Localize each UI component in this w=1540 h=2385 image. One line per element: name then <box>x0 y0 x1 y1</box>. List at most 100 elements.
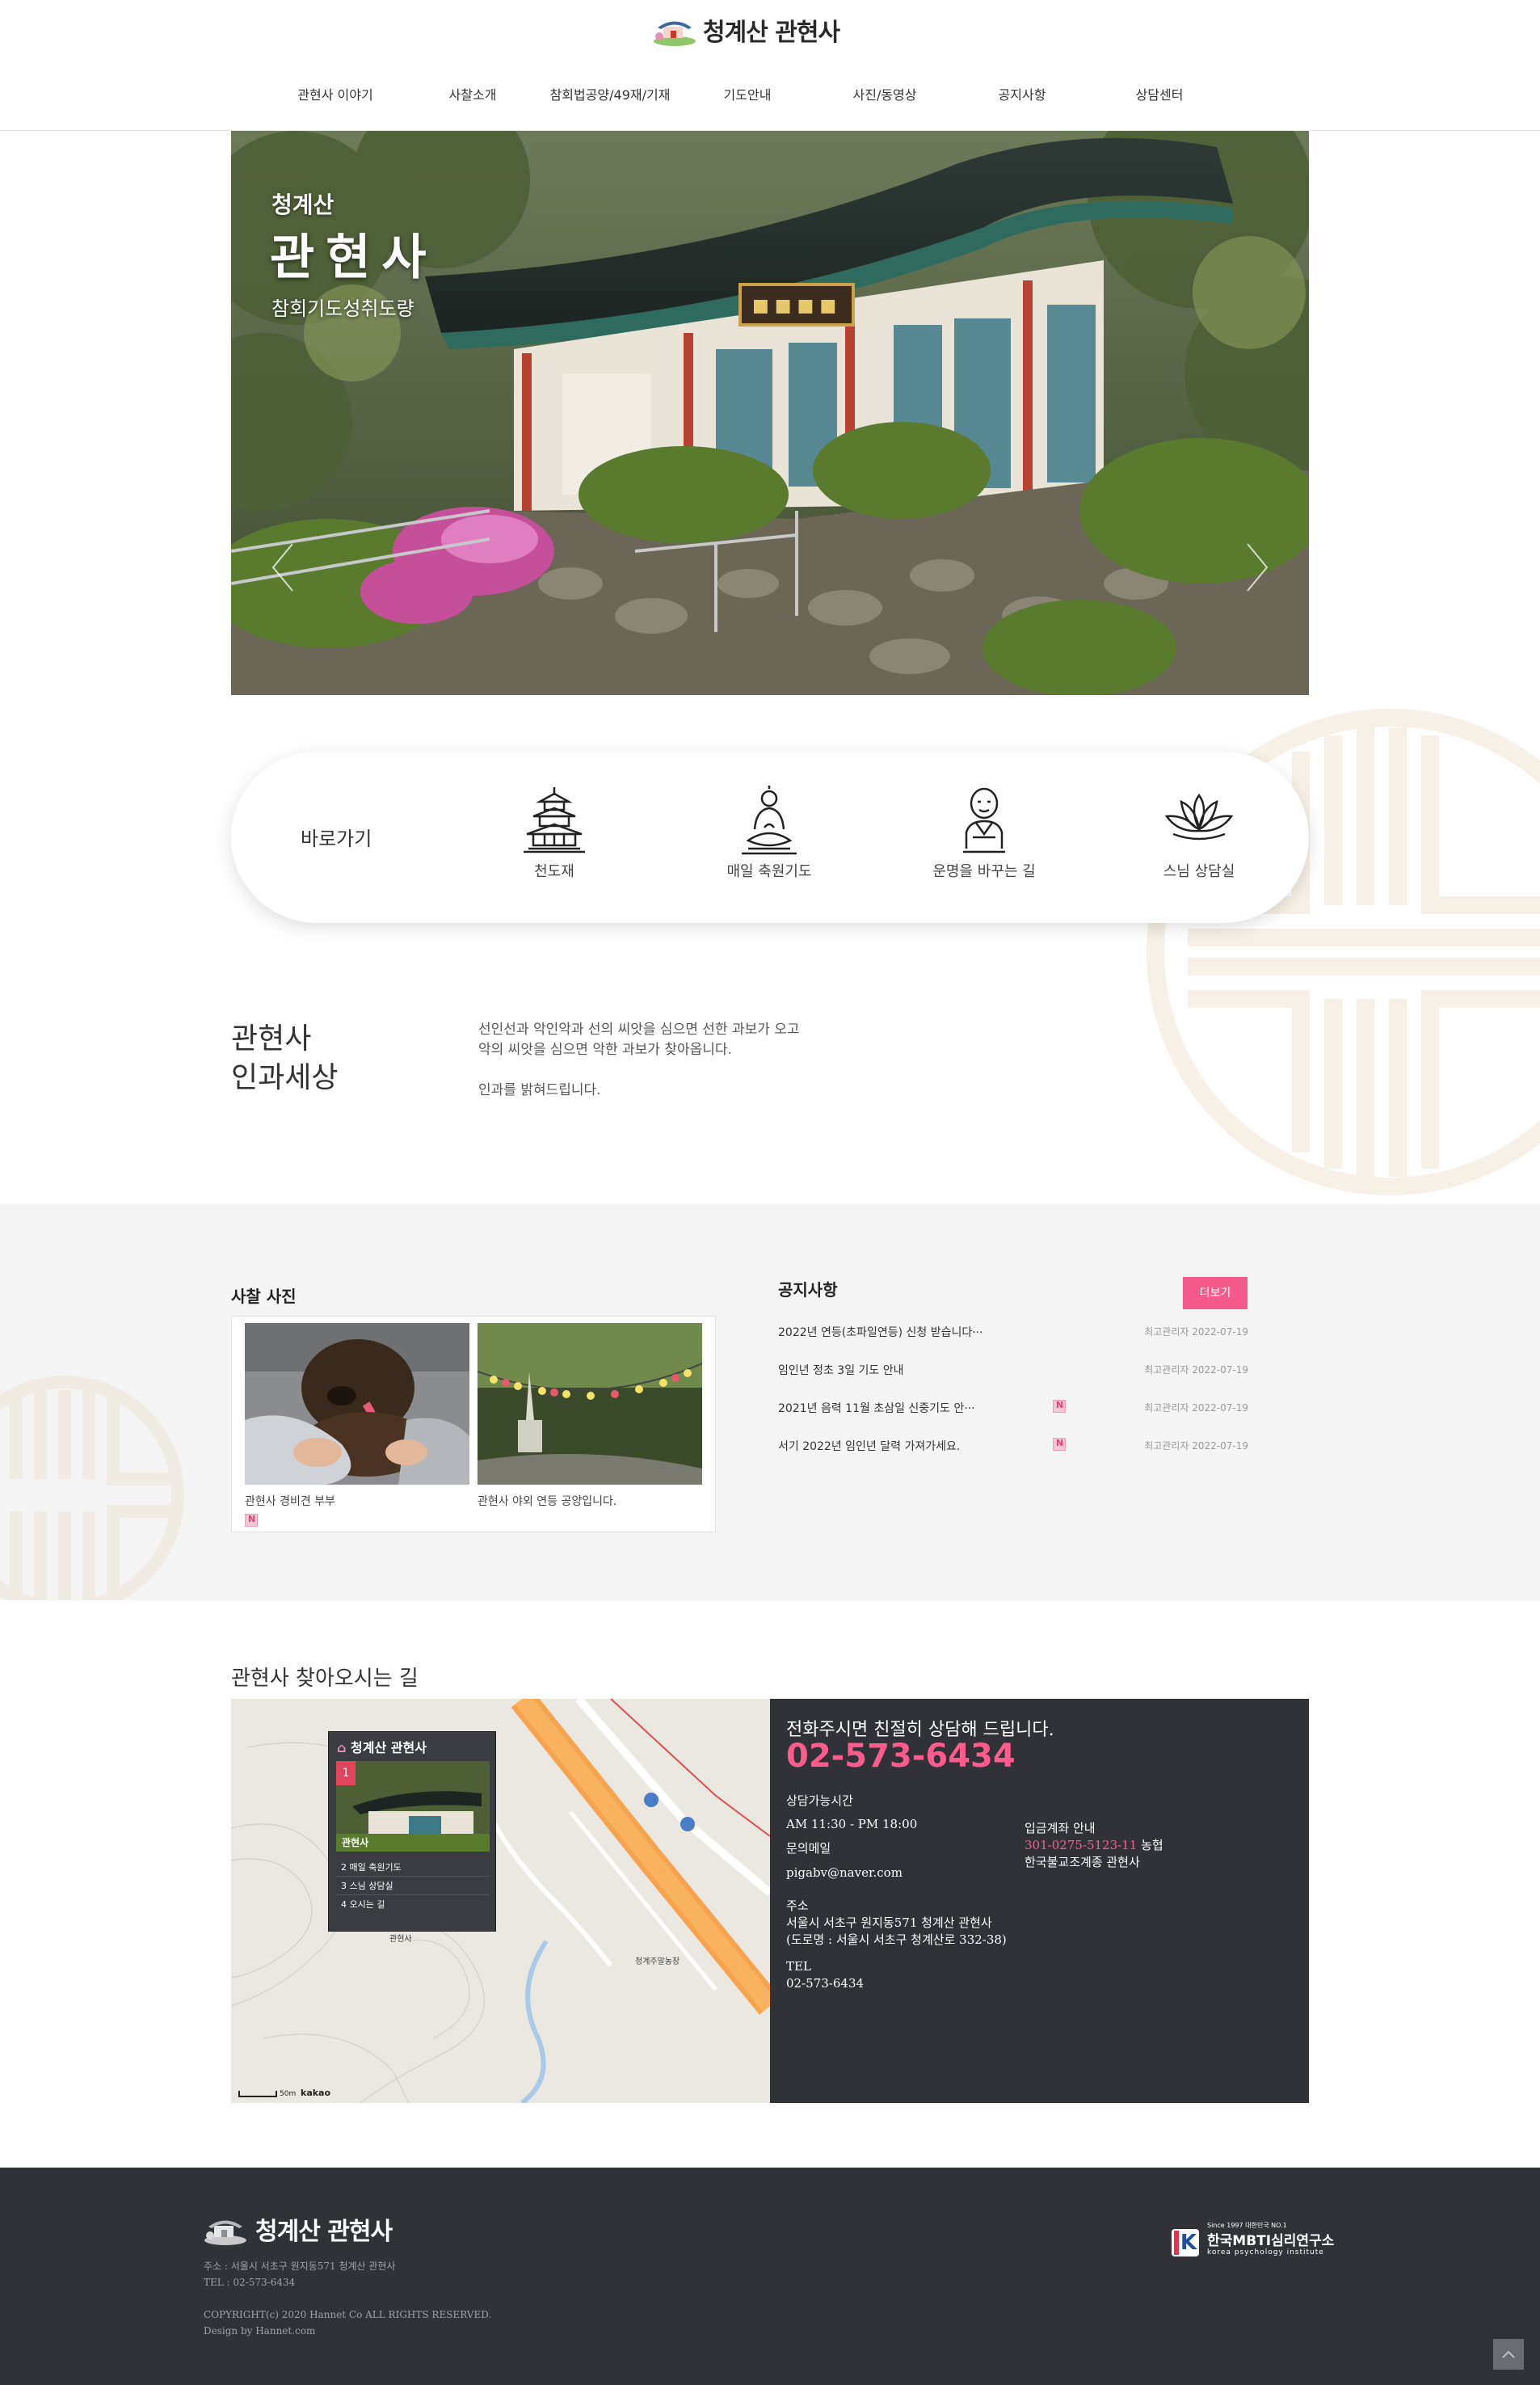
photos-title: 사찰 사진 <box>231 1287 297 1306</box>
notice-author: 최고관리자 <box>1144 1440 1189 1452</box>
nav-item-temple-intro[interactable]: 사찰소개 <box>404 81 541 110</box>
notice-more-button[interactable]: 더보기 <box>1183 1277 1248 1309</box>
notice-title-text: 서기 2022년 임인년 달력 가져가세요. <box>778 1440 961 1453</box>
notice-row[interactable]: 서기 2022년 임인년 달력 가져가세요. 최고관리자 2022-07-19 <box>778 1438 1248 1476</box>
map-place-label: 청계주말농장 <box>635 1957 680 1966</box>
notice-author: 최고관리자 <box>1144 1364 1189 1376</box>
quick-link-cheondojae[interactable]: 천도재 <box>465 784 643 905</box>
new-badge-icon <box>245 1514 258 1527</box>
quick-link-change-fate[interactable]: 운명을 바꾸는 길 <box>895 784 1073 905</box>
site-logo[interactable]: 청계산 관현사 <box>653 11 840 48</box>
notice-meta: 최고관리자 2022-07-19 <box>1144 1325 1248 1338</box>
popup-menu-item[interactable]: 3 스님 상담실 <box>336 1877 490 1895</box>
tel-label: TEL <box>786 1959 811 1974</box>
intro-title: 관현사 인과세상 <box>231 1020 338 1098</box>
footer-address-block: 주소 : 서울시 서초구 원지동571 청계산 관현사 TEL : 02-573… <box>204 2258 396 2290</box>
quick-link-label: 천도재 <box>534 863 574 880</box>
map-scale-label: 50m <box>280 2090 297 2098</box>
photo-gallery: 관현사 경비견 부부 관현사 야외 연등 공양입니다. <box>231 1316 716 1532</box>
quick-links: 바로가기 천도재 매일 축원기도 운명을 바꾸는 길 스님 상담실 <box>231 752 1309 923</box>
notice-date: 2022-07-19 <box>1192 1402 1248 1414</box>
notice-title-text: 2022년 연등(초파일연등) 신청 받습니다··· <box>778 1326 983 1339</box>
partner-logo[interactable]: K Since 1997 대한민국 NO.1 한국MBTI심리연구소 korea… <box>1172 2213 1341 2258</box>
email-value[interactable]: pigabv@naver.com <box>786 1865 1007 1881</box>
hero-slider: ■ ■ ■ ■ 청계산 관현사 참회기도성취도량 <box>231 131 1309 695</box>
notice-title-text: 2021년 음력 11월 초삼일 신중기도 안··· <box>778 1402 975 1415</box>
partner-mark-icon: K <box>1172 2229 1199 2256</box>
hero-title: 관현사 <box>270 230 438 286</box>
quick-link-monk-consult[interactable]: 스님 상담실 <box>1110 784 1288 905</box>
road-address-value: (도로명 : 서울시 서초구 청계산로 332-38) <box>786 1932 1007 1947</box>
footer-copyright: COPYRIGHT(c) 2020 Hannet Co ALL RIGHTS R… <box>204 2309 492 2320</box>
notice-meta: 최고관리자 2022-07-19 <box>1144 1363 1248 1376</box>
notice-author: 최고관리자 <box>1144 1326 1189 1338</box>
hero-temple-image: ■ ■ ■ ■ <box>231 131 1309 695</box>
notice-date: 2022-07-19 <box>1192 1364 1248 1376</box>
temple-logo-icon <box>204 2220 246 2245</box>
nav-item-prayer[interactable]: 기도안내 <box>679 81 816 110</box>
main-nav: 관현사 이야기 사찰소개 참회법공양/49재/기재 기도안내 사진/동영상 공지… <box>267 81 1269 110</box>
logo-text: 청계산 관현사 <box>703 19 840 47</box>
quick-link-label: 운명을 바꾸는 길 <box>932 863 1036 880</box>
footer-logo[interactable]: 청계산 관현사 <box>204 2211 393 2247</box>
lotus-icon <box>1164 793 1234 841</box>
tel-value[interactable]: 02-573-6434 <box>786 1975 1007 1992</box>
directions-title: 관현사 찾아오시는 길 <box>231 1667 419 1691</box>
footer-design: Design by Hannet.com <box>204 2325 316 2337</box>
partner-name: 한국MBTI심리연구소 <box>1207 2233 1335 2249</box>
new-badge-icon <box>1053 1438 1066 1451</box>
board-section: 사찰 사진 관현사 경비견 부부 N 관현사 야외 연등 공양입니다. 공지사항… <box>0 1204 1540 1600</box>
popup-menu: 2 매일 축원기도 3 스님 상담실 4 오시는 길 <box>336 1858 490 1913</box>
notice-list: 2022년 연등(초파일연등) 신청 받습니다··· 최고관리자 2022-07… <box>778 1324 1248 1476</box>
photo-card[interactable]: 관현사 야외 연등 공양입니다. <box>478 1323 702 1509</box>
popup-menu-item[interactable]: 4 오시는 길 <box>336 1895 490 1913</box>
address-label: 주소 <box>786 1898 809 1913</box>
notice-row[interactable]: 임인년 정초 3일 기도 안내 최고관리자 2022-07-19 <box>778 1362 1248 1400</box>
buddha-icon <box>742 786 797 855</box>
popup-caption: 관현사 <box>342 1837 369 1848</box>
notice-date: 2022-07-19 <box>1192 1440 1248 1452</box>
nav-item-consult[interactable]: 상담센터 <box>1091 81 1228 110</box>
photo-caption: 관현사 야외 연등 공양입니다. <box>478 1495 617 1508</box>
notice-row[interactable]: 2021년 음력 11월 초삼일 신중기도 안··· 최고관리자 2022-07… <box>778 1400 1248 1438</box>
notice-title-text: 임인년 정초 3일 기도 안내 <box>778 1364 904 1377</box>
scroll-top-button[interactable] <box>1493 2339 1524 2370</box>
contact-info-panel: 전화주시면 친절히 상담해 드립니다. 02-573-6434 상담가능시간 A… <box>770 1699 1309 2103</box>
bank-name: 농협 <box>1141 1838 1163 1852</box>
hours-label: 상담가능시간 <box>786 1793 853 1808</box>
bank-account: 301-0275-5123-11 <box>1025 1838 1138 1852</box>
nav-item-gallery[interactable]: 사진/동영상 <box>816 81 953 110</box>
notice-row[interactable]: 2022년 연등(초파일연등) 신청 받습니다··· 최고관리자 2022-07… <box>778 1324 1248 1362</box>
footer-tel: TEL : 02-573-6434 <box>204 2277 296 2288</box>
bank-holder: 한국불교조계종 관현사 <box>1025 1855 1140 1869</box>
popup-menu-item[interactable]: 2 매일 축원기도 <box>336 1858 490 1877</box>
hero-description: 참회기도성취도량 <box>271 297 414 320</box>
hero-next-button[interactable] <box>1241 539 1273 596</box>
notice-title: 공지사항 <box>778 1280 838 1300</box>
map-brand-logo[interactable]: kakao <box>301 2088 330 2098</box>
intro-text-line: 선인선과 악인악과 선의 씨앗을 심으면 선한 과보가 오고 <box>478 1022 800 1038</box>
nav-item-notice[interactable]: 공지사항 <box>953 81 1091 110</box>
map-pin-label: 관현사 <box>389 1935 412 1944</box>
notice-meta: 최고관리자 2022-07-19 <box>1144 1401 1248 1414</box>
popup-header: ⌂ 청계산 관현사 <box>337 1737 427 1756</box>
chevron-up-icon <box>1502 2350 1515 2358</box>
intro-title-line: 인과세상 <box>231 1061 339 1094</box>
map-widget[interactable]: ⌂ 청계산 관현사 1 관현사 2 매일 축원기도 3 스님 상담실 4 오시는… <box>231 1699 770 2103</box>
popup-badge: 1 <box>336 1761 356 1785</box>
new-badge-icon <box>1053 1400 1066 1413</box>
contact-phone[interactable]: 02-573-6434 <box>786 1738 1016 1775</box>
footer-copyright-block: COPYRIGHT(c) 2020 Hannet Co ALL RIGHTS R… <box>204 2307 491 2339</box>
contact-details: 상담가능시간 AM 11:30 - PM 18:00 문의메일 pigabv@n… <box>786 1793 1007 1992</box>
map-popup[interactable]: ⌂ 청계산 관현사 1 관현사 2 매일 축원기도 3 스님 상담실 4 오시는… <box>328 1731 496 1932</box>
nav-item-ceremony[interactable]: 참회법공양/49재/기재 <box>541 81 679 110</box>
decorative-pattern-left <box>0 1376 184 1600</box>
quick-link-label: 스님 상담실 <box>1163 863 1235 880</box>
bank-details: 입금계좌 안내 301-0275-5123-11 농협 한국불교조계종 관현사 <box>1025 1820 1163 1871</box>
photo-card[interactable]: 관현사 경비견 부부 <box>245 1323 469 1530</box>
hero-prev-button[interactable] <box>267 539 299 596</box>
nav-item-story[interactable]: 관현사 이야기 <box>267 81 404 110</box>
site-footer: 청계산 관현사 주소 : 서울시 서초구 원지동571 청계산 관현사 TEL … <box>0 2168 1540 2385</box>
notice-meta: 최고관리자 2022-07-19 <box>1144 1439 1248 1452</box>
quick-link-daily-prayer[interactable]: 매일 축원기도 <box>680 784 858 905</box>
